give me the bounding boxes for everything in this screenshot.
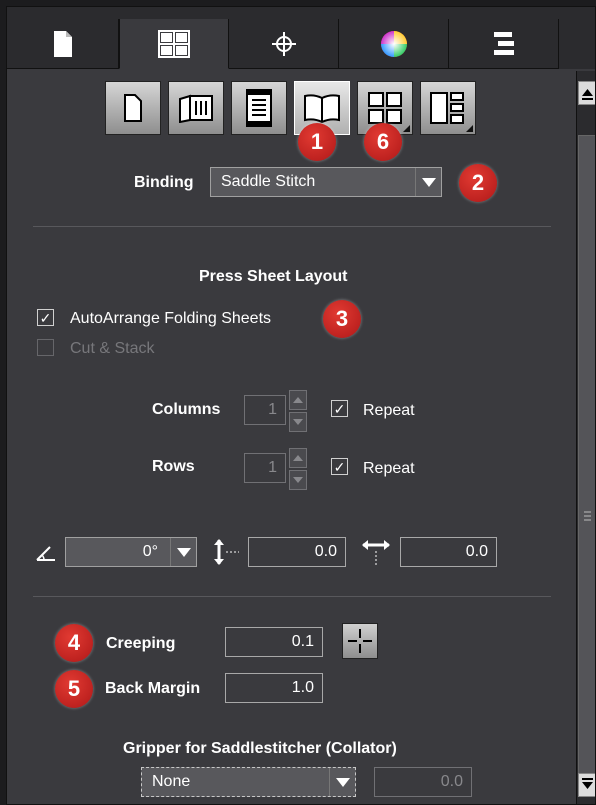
page-list-icon <box>430 92 464 124</box>
section-title: Press Sheet Layout <box>199 268 348 285</box>
callout-badge: 4 <box>55 624 93 662</box>
callout-badge: 1 <box>298 123 336 161</box>
scroll-thumb[interactable] <box>578 135 595 778</box>
chevron-down-icon[interactable] <box>329 768 355 796</box>
rows-label: Rows <box>152 458 195 475</box>
document-icon <box>53 30 72 57</box>
horizontal-offset-field[interactable]: 0.0 <box>400 537 497 567</box>
gripper-value: None <box>152 773 191 790</box>
columns-repeat-checkbox[interactable]: ✓ <box>331 400 348 417</box>
angle-icon <box>33 542 59 564</box>
creeping-label: Creeping <box>106 635 176 652</box>
back-margin-label: Back Margin <box>105 680 201 697</box>
rows-field[interactable]: 1 <box>244 453 286 483</box>
gripper-dropdown[interactable]: None <box>141 767 356 797</box>
cut-stack-label: Cut & Stack <box>70 340 155 357</box>
rotation-value: 0° <box>142 543 158 560</box>
rows-repeat-checkbox[interactable]: ✓ <box>331 458 348 475</box>
strip-mode-button[interactable] <box>231 81 287 135</box>
divider <box>33 596 551 597</box>
creeping-field[interactable]: 0.1 <box>225 627 323 657</box>
columns-stepper[interactable] <box>289 390 307 432</box>
chevron-down-icon[interactable] <box>415 168 441 196</box>
tab-layout[interactable] <box>119 19 229 69</box>
tab-document[interactable] <box>7 19 119 69</box>
cut-stack-checkbox[interactable] <box>37 339 54 356</box>
crop-mark-icon <box>348 629 372 653</box>
rows-repeat-label: Repeat <box>363 460 415 477</box>
chevron-down-icon[interactable] <box>170 538 196 566</box>
folded-sheet-icon <box>179 94 213 123</box>
dropdown-corner-icon <box>466 125 473 132</box>
vertical-scrollbar[interactable] <box>576 71 595 804</box>
tab-strip <box>7 7 595 69</box>
auto-arrange-checkbox[interactable]: ✓ <box>37 309 54 326</box>
stepper-up-icon[interactable] <box>289 390 307 410</box>
binding-label: Binding <box>134 174 194 191</box>
folded-sheet-mode-button[interactable] <box>168 81 224 135</box>
callout-badge: 5 <box>55 670 93 708</box>
color-wheel-icon <box>380 30 407 57</box>
rows-stepper[interactable] <box>289 448 307 490</box>
gripper-amount-field[interactable]: 0.0 <box>374 767 472 797</box>
stepper-down-icon[interactable] <box>289 412 307 432</box>
stepper-up-icon[interactable] <box>289 448 307 468</box>
dropdown-corner-icon <box>403 125 410 132</box>
stepper-down-icon[interactable] <box>289 470 307 490</box>
vertical-offset-icon <box>211 537 241 567</box>
tab-color[interactable] <box>339 19 449 69</box>
chevron-up-icon <box>582 89 593 100</box>
panel: 1 6 Binding Saddle Stitch 2 Press Sheet … <box>6 6 596 805</box>
scroll-down-button[interactable] <box>578 773 595 797</box>
tab-align[interactable] <box>449 19 559 69</box>
columns-field[interactable]: 1 <box>244 395 286 425</box>
layout-icon <box>158 29 190 58</box>
columns-label: Columns <box>152 401 221 418</box>
grid-2x2-icon <box>368 92 402 124</box>
back-margin-field[interactable]: 1.0 <box>225 673 323 703</box>
align-icon <box>493 31 514 55</box>
crosshair-icon <box>271 31 296 56</box>
binding-value: Saddle Stitch <box>221 173 316 190</box>
columns-repeat-label: Repeat <box>363 402 415 419</box>
tab-marks[interactable] <box>229 19 339 69</box>
single-page-mode-button[interactable] <box>105 81 161 135</box>
single-page-icon <box>124 94 142 122</box>
grip-icon <box>584 511 591 521</box>
creep-settings-button[interactable] <box>342 623 378 659</box>
callout-badge: 2 <box>459 164 497 202</box>
auto-arrange-label: AutoArrange Folding Sheets <box>70 310 272 327</box>
rotation-dropdown[interactable]: 0° <box>65 537 197 567</box>
chevron-down-icon <box>582 778 593 789</box>
divider <box>33 226 551 227</box>
callout-badge: 3 <box>323 300 361 338</box>
horizontal-offset-icon <box>360 537 392 567</box>
scroll-up-button[interactable] <box>578 81 595 105</box>
vertical-offset-field[interactable]: 0.0 <box>248 537 346 567</box>
gripper-label: Gripper for Saddlestitcher (Collator) <box>123 740 397 757</box>
binding-dropdown[interactable]: Saddle Stitch <box>210 167 442 197</box>
callout-badge: 6 <box>364 123 402 161</box>
open-book-icon <box>304 94 340 124</box>
strip-layout-icon <box>246 89 272 127</box>
page-list-mode-button[interactable] <box>420 81 476 135</box>
